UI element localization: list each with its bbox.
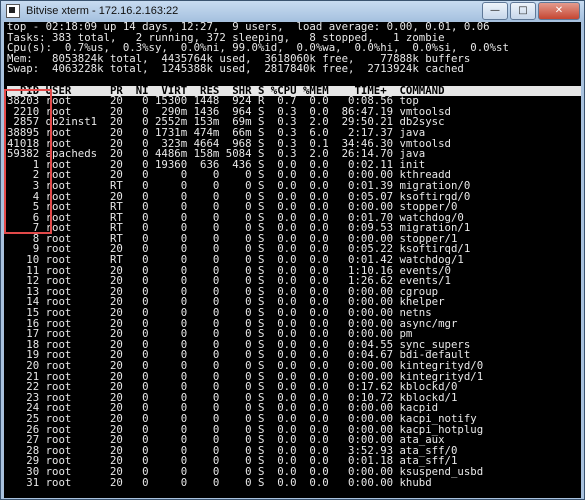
close-button[interactable]: ✕: [538, 2, 580, 20]
top-summary: top - 02:18:09 up 14 days, 12:27, 9 user…: [4, 22, 581, 86]
process-list: 38203 root 20 0 15300 1448 924 R 0.7 0.0…: [4, 95, 581, 489]
process-row: 31 root 20 0 0 0 0 S 0.0 0.0 0:00.00 khu…: [7, 475, 432, 489]
terminal-app-icon: [6, 4, 20, 18]
window-title: Bitvise xterm - 172.16.2.163:22: [26, 5, 179, 17]
terminal-window: Bitvise xterm - 172.16.2.163:22 — □ ✕ to…: [0, 0, 585, 500]
summary-line: Swap: 4063228k total, 1245388k used, 281…: [7, 62, 464, 76]
window-controls: — □ ✕: [480, 2, 580, 20]
terminal-content[interactable]: top - 02:18:09 up 14 days, 12:27, 9 user…: [4, 22, 581, 498]
title-bar[interactable]: Bitvise xterm - 172.16.2.163:22 — □ ✕: [1, 1, 584, 21]
minimize-button[interactable]: —: [482, 2, 508, 20]
maximize-button[interactable]: □: [510, 2, 536, 20]
